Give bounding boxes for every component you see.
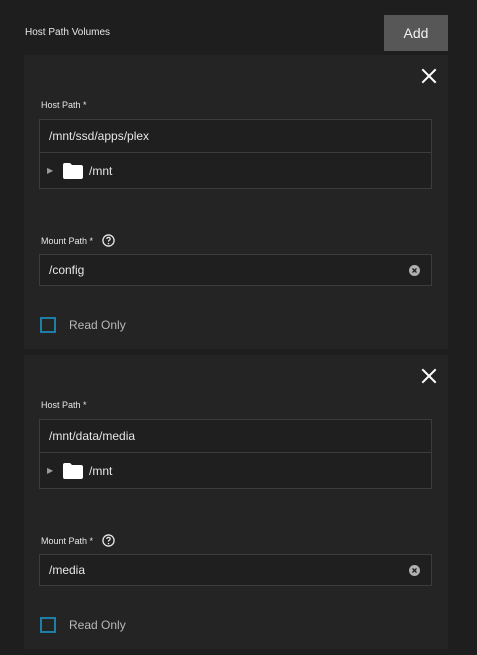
- read-only-label: Read Only: [69, 318, 126, 332]
- host-path-explorer: /mnt/ssd/apps/plex ▶ /mnt: [39, 119, 432, 189]
- host-path-label: Host Path *: [41, 100, 87, 110]
- expand-arrow-icon[interactable]: ▶: [47, 166, 57, 175]
- help-icon[interactable]: [102, 234, 115, 247]
- mount-path-value: /media: [49, 563, 86, 577]
- mount-path-label: Mount Path *: [41, 235, 94, 246]
- help-icon[interactable]: [102, 534, 115, 547]
- clear-icon[interactable]: [409, 565, 420, 576]
- add-volume-button[interactable]: Add: [384, 15, 448, 51]
- tree-node-label: /mnt: [89, 163, 113, 178]
- mount-path-label-row: Mount Path *: [41, 234, 115, 247]
- mount-path-input[interactable]: /config: [39, 254, 432, 286]
- tree-node-mnt[interactable]: ▶ /mnt: [40, 453, 431, 488]
- volume-card: Host Path * /mnt/data/media ▶ /mnt Mount…: [24, 355, 448, 649]
- mount-path-value: /config: [49, 263, 85, 277]
- clear-icon[interactable]: [409, 265, 420, 276]
- read-only-row[interactable]: Read Only: [40, 317, 126, 333]
- section-title: Host Path Volumes: [25, 27, 111, 38]
- tree-node-mnt[interactable]: ▶ /mnt: [40, 153, 431, 188]
- close-icon[interactable]: [420, 67, 438, 85]
- mount-path-label: Mount Path *: [41, 535, 94, 546]
- expand-arrow-icon[interactable]: ▶: [47, 466, 57, 475]
- mount-path-label-row: Mount Path *: [41, 534, 115, 547]
- host-path-input[interactable]: /mnt/data/media: [40, 420, 431, 453]
- host-path-label: Host Path *: [41, 400, 87, 410]
- volume-card: Host Path * /mnt/ssd/apps/plex ▶ /mnt Mo…: [24, 55, 448, 349]
- read-only-checkbox[interactable]: [40, 617, 56, 633]
- folder-icon: [63, 462, 83, 479]
- host-path-input[interactable]: /mnt/ssd/apps/plex: [40, 120, 431, 153]
- mount-path-input[interactable]: /media: [39, 554, 432, 586]
- tree-node-label: /mnt: [89, 463, 113, 478]
- read-only-checkbox[interactable]: [40, 317, 56, 333]
- folder-icon: [63, 162, 83, 179]
- read-only-label: Read Only: [69, 618, 126, 632]
- read-only-row[interactable]: Read Only: [40, 617, 126, 633]
- host-path-explorer: /mnt/data/media ▶ /mnt: [39, 419, 432, 489]
- close-icon[interactable]: [420, 367, 438, 385]
